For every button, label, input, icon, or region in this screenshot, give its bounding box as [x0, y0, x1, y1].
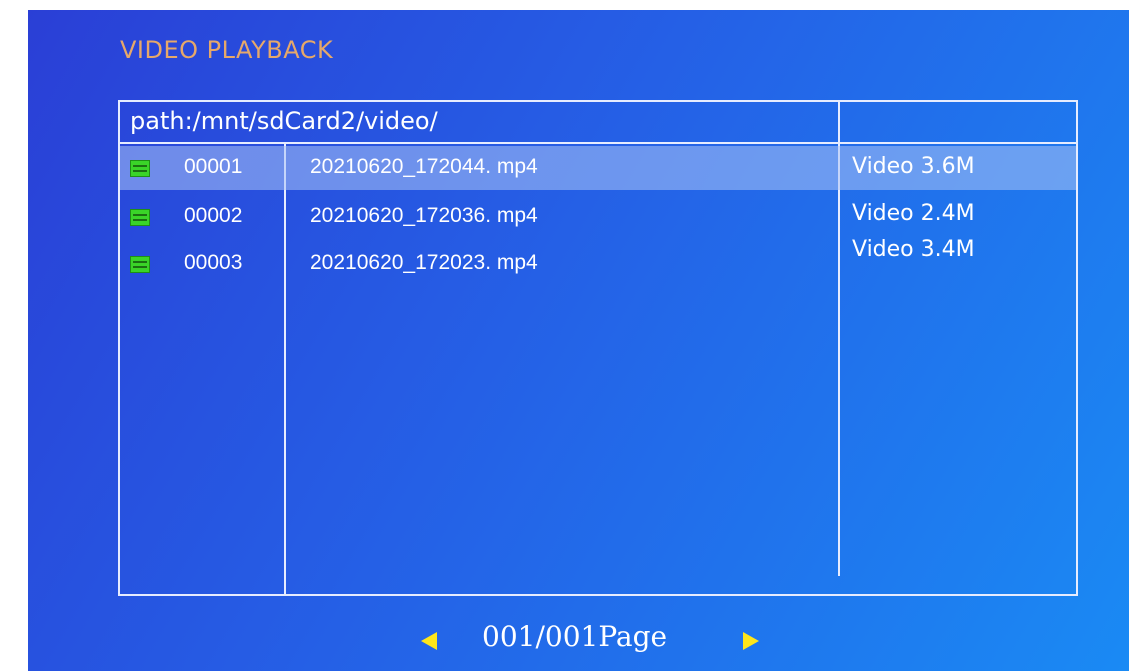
- file-list-panel: path:/mnt/sdCard2/video/ 00001 20210620_…: [118, 100, 1078, 596]
- path-text: path:/mnt/sdCard2/video/: [130, 107, 438, 135]
- playback-screen: VIDEO PLAYBACK path:/mnt/sdCard2/video/ …: [28, 10, 1129, 671]
- file-number: 00002: [184, 204, 243, 227]
- path-bar: path:/mnt/sdCard2/video/: [120, 102, 838, 144]
- file-size: Video 3.6M: [852, 154, 975, 179]
- file-name: 20210620_172036. mp4: [310, 204, 538, 227]
- file-name: 20210620_172044. mp4: [310, 155, 538, 178]
- file-size: Video 3.4M: [852, 237, 975, 262]
- file-number: 00003: [184, 251, 243, 274]
- page-indicator: 001/001Page: [482, 620, 668, 653]
- file-row-3[interactable]: 00003 20210620_172023. mp4 Video 3.4M: [120, 237, 1076, 286]
- video-file-icon: [130, 256, 150, 273]
- file-row-1[interactable]: 00001 20210620_172044. mp4 Video 3.6M: [120, 146, 1076, 190]
- file-number: 00001: [184, 155, 243, 178]
- file-row-2[interactable]: 00002 20210620_172036. mp4 Video 2.4M: [120, 196, 1076, 240]
- page-title: VIDEO PLAYBACK: [120, 36, 334, 64]
- next-page-arrow-icon[interactable]: [743, 632, 759, 650]
- size-column-header: [838, 102, 1078, 144]
- prev-page-arrow-icon[interactable]: [421, 632, 437, 650]
- pagination: 001/001Page: [28, 618, 1129, 662]
- video-file-icon: [130, 160, 150, 177]
- file-size: Video 2.4M: [852, 201, 975, 226]
- video-file-icon: [130, 209, 150, 226]
- file-name: 20210620_172023. mp4: [310, 251, 538, 274]
